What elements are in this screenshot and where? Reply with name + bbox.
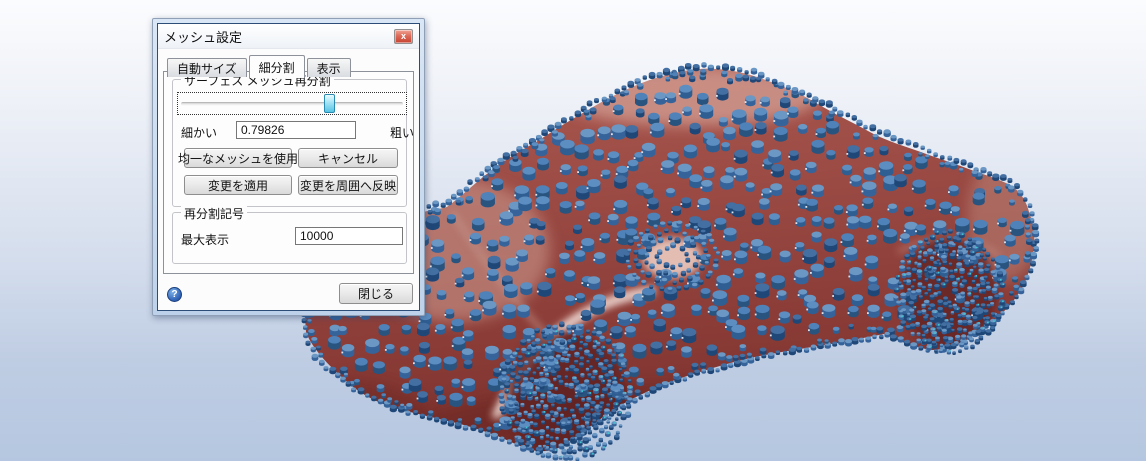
dialog-titlebar[interactable]: メッシュ設定 x <box>158 24 419 49</box>
slider-track[interactable] <box>181 102 403 106</box>
use-uniform-mesh-button[interactable]: 均一なメッシュを使用 <box>178 148 298 168</box>
help-icon[interactable]: ? <box>167 287 182 302</box>
tab-page: サーフェス メッシュ再分割 細かい 粗い 均一なメッシュを使用 キャンセル 変更… <box>163 71 414 274</box>
cancel-button[interactable]: キャンセル <box>298 148 398 168</box>
dialog-title: メッシュ設定 <box>164 29 243 45</box>
subdivision-symbols-legend: 再分割記号 <box>181 205 248 222</box>
tab-subdivision[interactable]: 細分割 <box>248 55 305 78</box>
dialog-client: メッシュ設定 x 自動サイズ 細分割 表示 サーフェス メッシュ再分割 細かい … <box>157 23 420 311</box>
mesh-slider[interactable] <box>177 92 407 115</box>
tab-strip: 自動サイズ 細分割 表示 <box>167 55 353 78</box>
max-display-label: 最大表示 <box>181 233 230 247</box>
close-button[interactable]: x <box>394 28 413 44</box>
coarse-label: 粗い <box>390 126 415 140</box>
apply-changes-button[interactable]: 変更を適用 <box>184 175 292 195</box>
slider-thumb[interactable] <box>324 94 336 113</box>
fine-label: 細かい <box>181 126 218 140</box>
tab-display[interactable]: 表示 <box>306 58 351 77</box>
close-icon: x <box>400 30 406 41</box>
close-dialog-button[interactable]: 閉じる <box>339 283 413 304</box>
mesh-value-input[interactable] <box>236 121 356 139</box>
mesh-settings-dialog: メッシュ設定 x 自動サイズ 細分割 表示 サーフェス メッシュ再分割 細かい … <box>152 18 425 316</box>
max-display-input[interactable] <box>295 227 403 245</box>
propagate-changes-button[interactable]: 変更を周囲へ反映 <box>298 175 398 195</box>
tab-auto-size[interactable]: 自動サイズ <box>167 58 247 77</box>
